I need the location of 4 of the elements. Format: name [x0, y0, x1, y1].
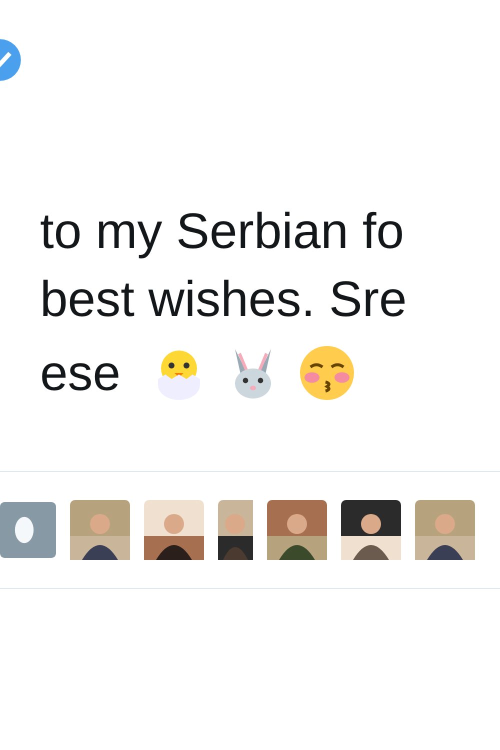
tweet-text: to my Serbian fo — [40, 202, 406, 261]
tweet-text: ese — [40, 344, 121, 403]
tweet-text: best wishes. Sre — [40, 270, 408, 329]
default-avatar-icon[interactable] — [0, 500, 56, 560]
